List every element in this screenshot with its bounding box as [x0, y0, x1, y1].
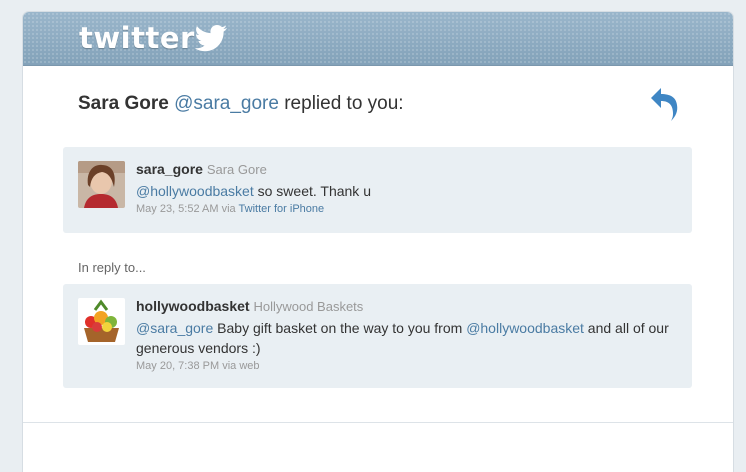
in-reply-to-label: In reply to...: [78, 260, 146, 275]
timestamp[interactable]: May 20, 7:38 PM via web: [136, 360, 674, 372]
tweet-meta: May 23, 5:52 AM via Twitter for iPhone: [136, 203, 674, 215]
tweet-text: @hollywoodbasket so sweet. Thank u: [136, 181, 674, 201]
sender-handle[interactable]: @sara_gore: [174, 93, 279, 114]
tweet-body: Baby gift basket on the way to you from: [213, 320, 467, 336]
reply-tweet: sara_gore Sara Gore @hollywoodbasket so …: [63, 147, 692, 233]
tweet-text: @sara_gore Baby gift basket on the way t…: [136, 318, 674, 358]
timestamp[interactable]: May 23, 5:52 AM via: [136, 203, 239, 215]
twitter-bird-icon: [194, 25, 227, 52]
mention-link[interactable]: @sara_gore: [136, 320, 213, 336]
twitter-logo[interactable]: twitter: [79, 22, 195, 54]
mention-link[interactable]: @hollywoodbasket: [466, 320, 584, 336]
mention-link[interactable]: @hollywoodbasket: [136, 183, 254, 199]
original-tweet: hollywoodbasket Hollywood Baskets @sara_…: [63, 284, 692, 388]
divider: [23, 422, 733, 423]
sender-name[interactable]: Sara Gore: [78, 93, 169, 114]
full-name: Hollywood Baskets: [253, 299, 364, 314]
username[interactable]: hollywoodbasket: [136, 298, 250, 314]
reply-arrow-icon[interactable]: [649, 86, 679, 122]
avatar-hollywoodbasket[interactable]: [78, 298, 125, 345]
full-name: Sara Gore: [206, 162, 267, 177]
tweet-body: so sweet. Thank u: [253, 183, 371, 199]
avatar-sara-gore[interactable]: [78, 161, 125, 208]
email-card: twitter Sara Gore @sara_gore replied to …: [23, 12, 733, 472]
action-text: replied to you:: [284, 93, 404, 114]
source-link[interactable]: Twitter for iPhone: [239, 203, 325, 215]
notification-headline: Sara Gore @sara_gore replied to you:: [78, 93, 404, 115]
username[interactable]: sara_gore: [136, 161, 203, 177]
twitter-banner: twitter: [23, 12, 733, 66]
